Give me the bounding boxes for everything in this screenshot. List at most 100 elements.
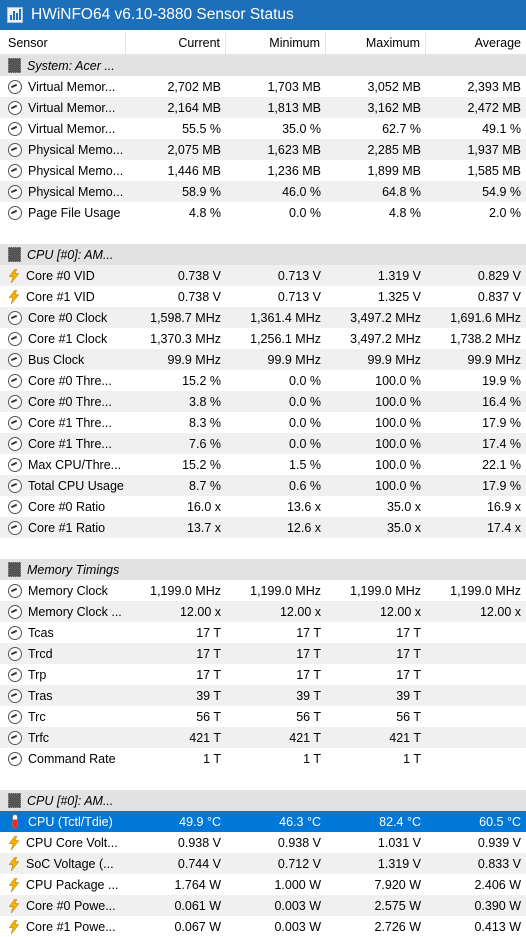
maximum-value: 2.575 W: [374, 898, 421, 913]
sensor-name-cell: Command Rate: [0, 751, 126, 766]
maximum-value: 1.325 V: [377, 289, 421, 304]
sensor-row[interactable]: Core #1 Clock 1,370.3 MHz 1,256.1 MHz 3,497…: [0, 328, 526, 349]
sensor-row[interactable]: Core #0 VID 0.738 V 0.713 V 1.319 V 0.829 V: [0, 265, 526, 286]
sensor-name-cell: Core #1 Thre...: [0, 415, 126, 430]
sensor-row[interactable]: Core #1 Ratio 13.7 x 12.6 x 35.0 x 17.4 x: [0, 517, 526, 538]
sensor-row[interactable]: Trc 56 T 56 T 56 T: [0, 706, 526, 727]
sensor-label: Core #0 Clock: [28, 310, 108, 325]
sensor-row[interactable]: CPU (Tctl/Tdie) 49.9 °C 46.3 °C 82.4 °C 60.5…: [0, 811, 526, 832]
gauge-icon: [8, 688, 22, 703]
column-header-current[interactable]: Current: [126, 32, 226, 54]
current-value: 17 T: [196, 646, 221, 661]
sensor-label: Memory Timings: [27, 562, 120, 577]
minimum-value: 0.6 %: [289, 478, 321, 493]
gauge-icon: [8, 310, 22, 325]
maximum-value: 64.8 %: [382, 184, 421, 199]
sensor-row[interactable]: Bus Clock 99.9 MHz 99.9 MHz 99.9 MHz 99.9 MH…: [0, 349, 526, 370]
minimum-value: 0.0 %: [289, 205, 321, 220]
current-value: 0.067 W: [174, 919, 221, 934]
sensor-row[interactable]: Tras 39 T 39 T 39 T: [0, 685, 526, 706]
sensor-row[interactable]: Core #0 Thre... 3.8 % 0.0 % 100.0 % 16.4 %: [0, 391, 526, 412]
sensor-row[interactable]: Core #1 Thre... 7.6 % 0.0 % 100.0 % 17.4 %: [0, 433, 526, 454]
maximum-value: 1,899 MB: [367, 163, 421, 178]
sensor-row[interactable]: Page File Usage 4.8 % 0.0 % 4.8 % 2.0 %: [0, 202, 526, 223]
sensor-label: Core #1 VID: [26, 289, 95, 304]
bolt-icon: [8, 856, 20, 871]
current-value: 2,702 MB: [167, 79, 221, 94]
maximum-value: 1,199.0 MHz: [350, 583, 421, 598]
column-header-average[interactable]: Average: [426, 32, 526, 54]
sensor-row[interactable]: Core #0 Powe... 0.061 W 0.003 W 2.575 W 0.39…: [0, 895, 526, 916]
sensor-row[interactable]: Core #0 Ratio 16.0 x 13.6 x 35.0 x 16.9 x: [0, 496, 526, 517]
sensor-name-cell: Virtual Memor...: [0, 79, 126, 94]
minimum-value: 1,256.1 MHz: [250, 331, 321, 346]
minimum-value: 0.713 V: [277, 289, 321, 304]
minimum-value: 1,623 MB: [267, 142, 321, 157]
sensor-name-cell: CPU Core Volt...: [0, 835, 126, 850]
sensor-row[interactable]: Trfc 421 T 421 T 421 T: [0, 727, 526, 748]
sensor-label: Physical Memo...: [28, 142, 124, 157]
sensor-row[interactable]: Physical Memo... 58.9 % 46.0 % 64.8 % 54.9 %: [0, 181, 526, 202]
sensor-row[interactable]: Trcd 17 T 17 T 17 T: [0, 643, 526, 664]
sensor-row[interactable]: SoC Voltage (... 0.744 V 0.712 V 1.319 V 0.8…: [0, 853, 526, 874]
minimum-value: 1.000 W: [274, 877, 321, 892]
spacer-row: [0, 538, 526, 559]
sensor-group-row[interactable]: System: Acer ...: [0, 55, 526, 76]
minimum-value: 1,199.0 MHz: [250, 583, 321, 598]
sensor-row[interactable]: Memory Clock 1,199.0 MHz 1,199.0 MHz 1,199.…: [0, 580, 526, 601]
sensor-row[interactable]: CPU Package ... 1.764 W 1.000 W 7.920 W 2.40…: [0, 874, 526, 895]
bolt-icon: [8, 877, 20, 892]
sensor-group-row[interactable]: CPU [#0]: AM...: [0, 244, 526, 265]
average-value: 12.00 x: [479, 604, 521, 619]
gauge-icon: [8, 100, 22, 115]
sensor-row[interactable]: Physical Memo... 2,075 MB 1,623 MB 2,285 MB…: [0, 139, 526, 160]
sensor-row[interactable]: Virtual Memor... 55.5 % 35.0 % 62.7 % 49.1 %: [0, 118, 526, 139]
sensor-row[interactable]: Tcas 17 T 17 T 17 T: [0, 622, 526, 643]
sensor-name-cell: Physical Memo...: [0, 184, 126, 199]
maximum-value: 3,497.2 MHz: [350, 331, 421, 346]
sensor-name-cell: Max CPU/Thre...: [0, 457, 126, 472]
sensor-row[interactable]: Physical Memo... 1,446 MB 1,236 MB 1,899 MB…: [0, 160, 526, 181]
minimum-value: 0.0 %: [289, 394, 321, 409]
maximum-value: 3,497.2 MHz: [350, 310, 421, 325]
sensor-group-row[interactable]: Memory Timings: [0, 559, 526, 580]
column-header-sensor[interactable]: Sensor: [0, 32, 126, 54]
gauge-icon: [8, 709, 22, 724]
sensor-label: Trc: [28, 709, 46, 724]
sensor-name-cell: Trp: [0, 667, 126, 682]
sensor-row[interactable]: Core #0 Thre... 15.2 % 0.0 % 100.0 % 19.9 %: [0, 370, 526, 391]
column-header-maximum[interactable]: Maximum: [326, 32, 426, 54]
average-value: 0.833 V: [477, 856, 521, 871]
average-value: 1,691.6 MHz: [450, 310, 521, 325]
average-value: 0.837 V: [477, 289, 521, 304]
sensor-row[interactable]: Total CPU Usage 8.7 % 0.6 % 100.0 % 17.9 %: [0, 475, 526, 496]
minimum-value: 421 T: [289, 730, 321, 745]
sensor-label: CPU Core Volt...: [26, 835, 118, 850]
sensor-row[interactable]: Core #1 Powe... 0.067 W 0.003 W 2.726 W 0.41…: [0, 916, 526, 937]
sensor-label: Tras: [28, 688, 53, 703]
sensor-row[interactable]: Core #1 VID 0.738 V 0.713 V 1.325 V 0.837 V: [0, 286, 526, 307]
column-header-minimum[interactable]: Minimum: [226, 32, 326, 54]
sensor-row[interactable]: Virtual Memor... 2,164 MB 1,813 MB 3,162 MB…: [0, 97, 526, 118]
sensor-row[interactable]: Memory Clock ... 12.00 x 12.00 x 12.00 x 12.…: [0, 601, 526, 622]
average-value: 54.9 %: [482, 184, 521, 199]
sensor-label: Memory Clock: [28, 583, 108, 598]
sensor-name-cell: Virtual Memor...: [0, 100, 126, 115]
sensor-label: Core #0 VID: [26, 268, 95, 283]
average-value: 19.9 %: [482, 373, 521, 388]
sensor-group-row[interactable]: CPU [#0]: AM...: [0, 790, 526, 811]
minimum-value: 56 T: [296, 709, 321, 724]
average-value: 17.9 %: [482, 478, 521, 493]
current-value: 1,199.0 MHz: [150, 583, 221, 598]
sensor-row[interactable]: Core #0 Clock 1,598.7 MHz 1,361.4 MHz 3,497…: [0, 307, 526, 328]
sensor-name-cell: Tras: [0, 688, 126, 703]
sensor-row[interactable]: Core #1 Thre... 8.3 % 0.0 % 100.0 % 17.9 %: [0, 412, 526, 433]
sensor-row[interactable]: Trp 17 T 17 T 17 T: [0, 664, 526, 685]
sensor-row[interactable]: Virtual Memor... 2,702 MB 1,703 MB 3,052 MB…: [0, 76, 526, 97]
chip-icon: [8, 562, 21, 577]
sensor-row[interactable]: Max CPU/Thre... 15.2 % 1.5 % 100.0 % 22.1 %: [0, 454, 526, 475]
maximum-value: 1.031 V: [377, 835, 421, 850]
sensor-row[interactable]: Command Rate 1 T 1 T 1 T: [0, 748, 526, 769]
sensor-row[interactable]: CPU Core Volt... 0.938 V 0.938 V 1.031 V 0.9…: [0, 832, 526, 853]
maximum-value: 17 T: [396, 667, 421, 682]
